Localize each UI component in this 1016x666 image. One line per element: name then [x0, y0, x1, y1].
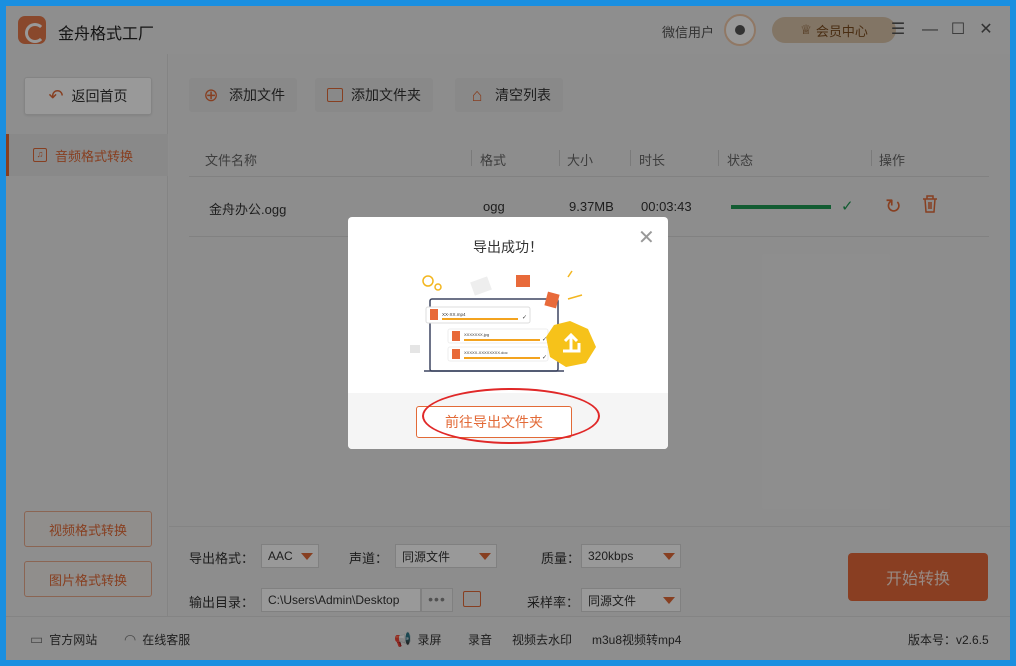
svg-text:✓: ✓ [542, 355, 547, 361]
export-success-illustration: XX-XX.mp4 ✓ XXXXXXX.jpg ✓ XXXXX-XXXXXXXX… [410, 270, 596, 372]
app-window: 金舟格式工厂 微信用户 ♕ 会员中心 ☰ — ☐ ✕ ↶ 返回首页 ♫ 音频格式… [6, 6, 1010, 660]
annotation-circle [422, 388, 600, 444]
svg-text:✓: ✓ [522, 315, 527, 321]
close-icon[interactable]: ✕ [638, 228, 655, 248]
dialog-title: 导出成功！ [473, 239, 543, 255]
illus-file-label: XXXXXXX.jpg [464, 332, 489, 337]
illus-file-label: XX-XX.mp4 [442, 312, 466, 317]
illus-file-label: XXXXX-XXXXXXXX.doc [464, 350, 508, 355]
export-success-dialog: 导出成功！ ✕ XX-XX.mp4 ✓ XXXXXXX.jpg ✓ XXXXX-… [348, 217, 668, 449]
